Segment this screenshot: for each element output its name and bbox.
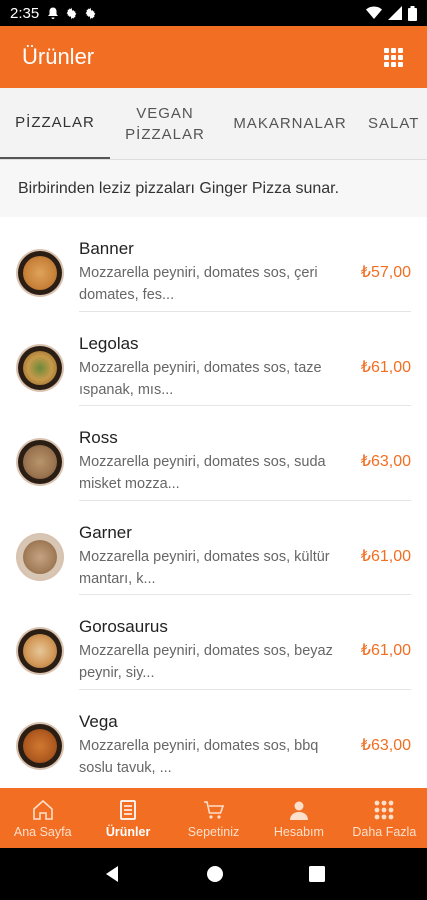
product-description: Mozzarella peyniri, domates sos, taze ısp…: [79, 359, 322, 398]
product-price: ₺63,00: [358, 734, 411, 755]
home-circle-icon[interactable]: [205, 864, 225, 884]
product-list: Banner Mozzarella peyniri, domates sos, …: [0, 217, 427, 788]
cart-icon: [203, 800, 224, 819]
nav-hesabim[interactable]: Hesabım: [256, 788, 341, 848]
list-item[interactable]: Ross Mozzarella peyniri, domates sos, su…: [0, 406, 427, 501]
tab-salat[interactable]: SALAT: [360, 88, 427, 159]
list-item[interactable]: Banner Mozzarella peyniri, domates sos, …: [0, 217, 427, 312]
recents-icon[interactable]: [308, 865, 326, 883]
status-bar: 2:35: [0, 0, 427, 26]
grid-icon: [374, 800, 394, 819]
category-description: Birbirinden leziz pizzaları Ginger Pizza…: [0, 160, 427, 217]
pizza-thumbnail: [18, 629, 62, 673]
product-price: ₺63,00: [358, 451, 411, 471]
product-name: Ross: [79, 428, 118, 447]
wifi-icon: [366, 6, 382, 19]
list-item[interactable]: Vega Mozzarella peyniri, domates sos, bb…: [0, 690, 427, 785]
product-description: Mozzarella peyniri, domates sos, beyaz pe…: [79, 643, 333, 681]
nav-daha-fazla[interactable]: Daha Fazla: [342, 788, 427, 848]
nav-sepetiniz[interactable]: Sepetiniz: [171, 788, 256, 848]
product-name: Garner: [79, 522, 132, 542]
tab-pizzalar[interactable]: PİZZALAR: [0, 88, 110, 159]
list-item[interactable]: Garner Mozzarella peyniri, domates sos, …: [0, 501, 427, 595]
settings-gear-icon: [66, 7, 77, 19]
product-price: ₺61,00: [358, 356, 411, 377]
list-item[interactable]: Gorosaurus Mozzarella peyniri, domates s…: [0, 595, 427, 690]
product-description: Mozzarella peyniri, domates sos, suda mis…: [79, 454, 326, 492]
settings-gear-icon: [85, 7, 96, 19]
tab-vegan-pizzalar[interactable]: VEGAN PİZZALAR: [110, 88, 220, 159]
pizza-thumbnail: [18, 440, 62, 484]
product-description: Mozzarella peyniri, domates sos, bbq sosl…: [79, 737, 319, 776]
tab-makarnalar[interactable]: MAKARNALAR: [220, 88, 360, 159]
app-bar: Ürünler: [0, 26, 427, 88]
product-name: Legolas: [79, 333, 139, 353]
back-icon[interactable]: [102, 864, 122, 884]
menu-list-icon: [120, 799, 137, 820]
product-name: Vega: [79, 711, 118, 731]
product-description: Mozzarella peyniri, domates sos, kültür m…: [79, 548, 330, 587]
pizza-thumbnail: [18, 251, 62, 295]
list-item[interactable]: Legolas Mozzarella peyniri, domates sos,…: [0, 312, 427, 406]
product-name: Gorosaurus: [79, 617, 168, 636]
notification-bell-icon: [48, 7, 59, 19]
pizza-thumbnail: [18, 345, 62, 390]
status-time: 2:35: [10, 4, 40, 22]
product-price: ₺61,00: [358, 640, 411, 660]
page-title: Ürünler: [22, 44, 95, 69]
pizza-thumbnail: [18, 723, 62, 768]
product-price: ₺61,00: [358, 545, 411, 566]
system-navigation: [0, 848, 427, 900]
product-description: Mozzarella peyniri, domates sos, çeri dom…: [79, 265, 318, 303]
grid-icon[interactable]: [381, 45, 405, 69]
signal-icon: [388, 6, 402, 20]
category-tabs: PİZZALAR VEGAN PİZZALAR MAKARNALAR SALAT: [0, 88, 427, 160]
user-icon: [289, 801, 308, 820]
bottom-navigation: Ana Sayfa Ürünler Sepetiniz Hesabım Daha…: [0, 788, 427, 848]
home-icon: [32, 799, 53, 820]
product-name: Banner: [79, 239, 134, 258]
battery-icon: [408, 5, 417, 21]
nav-urunler[interactable]: Ürünler: [85, 788, 170, 848]
pizza-thumbnail: [18, 534, 62, 579]
nav-ana-sayfa[interactable]: Ana Sayfa: [0, 788, 85, 848]
product-price: ₺57,00: [358, 262, 411, 282]
